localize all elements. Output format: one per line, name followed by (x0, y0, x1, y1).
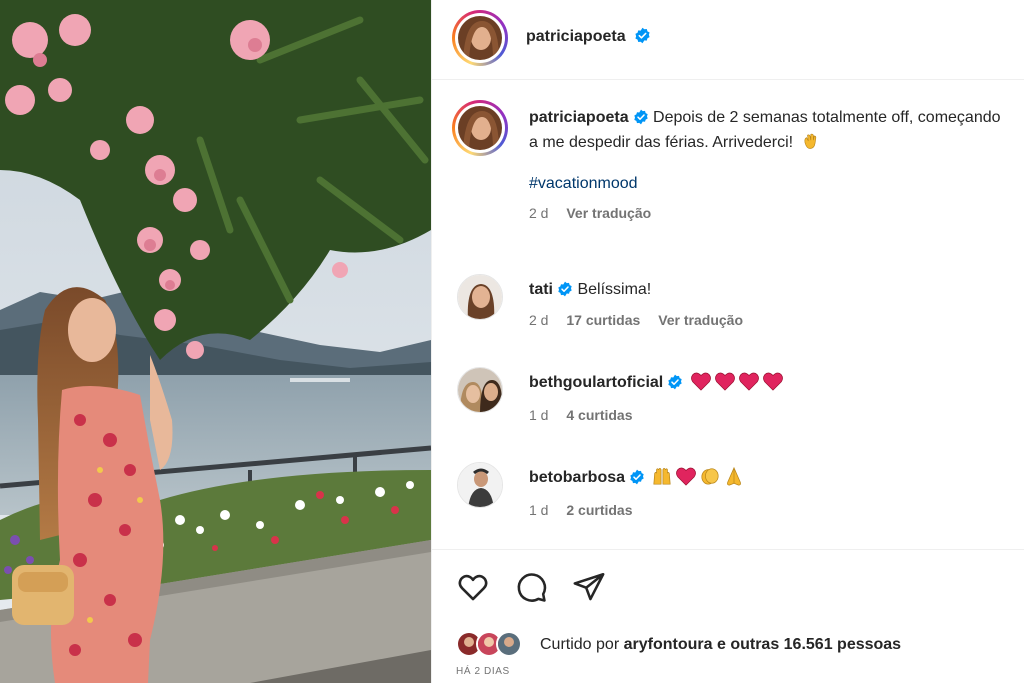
comment-likes-count[interactable]: 2 curtidas (566, 502, 632, 518)
comment-translate-link[interactable]: Ver tradução (658, 312, 743, 328)
wave-hand-icon (804, 133, 816, 149)
commenter-avatar[interactable] (457, 462, 503, 508)
comment-likes-count[interactable]: 17 curtidas (566, 312, 640, 328)
likes-prefix: Curtido por (540, 636, 620, 653)
bethgoulart-avatar-image (458, 368, 502, 412)
caption-username[interactable]: patriciapoeta (529, 109, 629, 126)
liker-avatar (498, 633, 520, 655)
red-heart-icon (738, 372, 759, 391)
caption-meta: 2 d Ver tradução (529, 205, 1005, 221)
post-timestamp[interactable]: HÁ 2 DIAS (456, 666, 510, 677)
post-header: patriciapoeta (432, 0, 1024, 80)
red-heart-icon (762, 372, 783, 391)
verified-badge-icon (668, 374, 682, 390)
clapping-hands-icon (701, 468, 720, 485)
commenter-username[interactable]: bethgoulartoficial (529, 374, 663, 391)
commenter-username[interactable]: tati (529, 281, 553, 298)
author-avatar[interactable] (452, 10, 508, 66)
commenter-avatar[interactable] (457, 274, 503, 320)
verified-badge-icon (633, 109, 648, 125)
post-photo[interactable] (0, 0, 431, 683)
tati-avatar-image (458, 275, 502, 319)
comment-text: Belíssima! (577, 281, 652, 298)
verified-badge-icon (630, 469, 644, 485)
verified-badge-icon (635, 27, 650, 44)
section-divider (432, 549, 1024, 550)
header-username-row[interactable]: patriciapoeta (526, 26, 651, 46)
heart-icon (458, 574, 488, 601)
comment-emojis (688, 372, 784, 391)
comment-emojis (649, 466, 745, 486)
caption-avatar-image (458, 106, 502, 150)
share-button[interactable] (572, 570, 608, 606)
comment-likes-count[interactable]: 4 curtidas (566, 407, 632, 423)
likes-text: Curtido por aryfontoura e outras 16.561 … (540, 636, 901, 654)
likes-user-link[interactable]: aryfontoura (624, 636, 713, 653)
commenter-avatar[interactable] (457, 367, 503, 413)
comment-meta: 2 d 17 curtidas Ver tradução (529, 312, 1005, 328)
comment-button[interactable] (514, 570, 550, 606)
comment-age: 1 d (529, 407, 549, 423)
caption-age: 2 d (529, 205, 549, 221)
comment-age: 2 d (529, 312, 549, 328)
likers-avatars[interactable] (456, 629, 536, 661)
post-panel: patriciapoeta patriciapoeta Depois de 2 … (431, 0, 1024, 683)
caption-text-block: patriciapoeta Depois de 2 semanas totalm… (529, 105, 1005, 155)
hashtag-link[interactable]: #vacationmood (529, 175, 1005, 193)
betobarbosa-avatar-image (458, 463, 502, 507)
comment-age: 1 d (529, 502, 549, 518)
verified-badge-icon (558, 281, 572, 297)
author-username[interactable]: patriciapoeta (526, 28, 626, 45)
post-image (0, 0, 431, 683)
raising-hands-icon (653, 468, 672, 485)
paper-plane-icon (573, 572, 605, 601)
author-avatar-image (458, 16, 502, 60)
likes-others-link[interactable]: e outras 16.561 pessoas (717, 636, 901, 653)
red-heart-icon (676, 467, 697, 486)
like-button[interactable] (456, 570, 492, 606)
red-heart-icon (690, 372, 711, 391)
red-heart-icon (714, 372, 735, 391)
commenter-username[interactable]: betobarbosa (529, 469, 625, 486)
caption-translate-link[interactable]: Ver tradução (566, 205, 651, 221)
comment-bubble-icon (517, 573, 547, 602)
caption-author-avatar[interactable] (452, 100, 508, 156)
comment-meta: 1 d 4 curtidas (529, 407, 1005, 423)
folded-hands-icon (727, 466, 742, 486)
comment-meta: 1 d 2 curtidas (529, 502, 1005, 518)
